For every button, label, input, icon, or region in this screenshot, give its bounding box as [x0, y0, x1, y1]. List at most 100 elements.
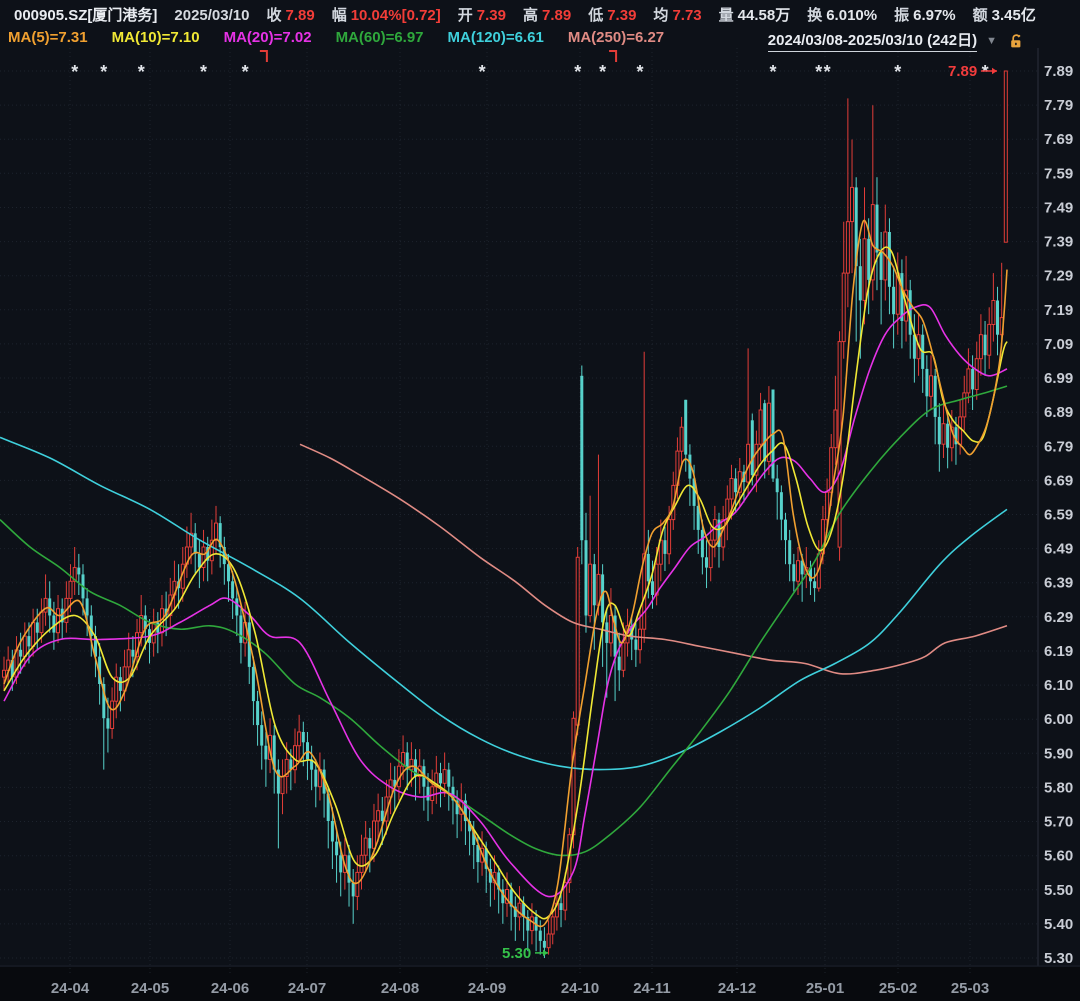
x-tick-label: 25-01	[806, 980, 844, 997]
field-label: 高	[523, 4, 538, 25]
kline-chart[interactable]: **************7.895.307.897.797.697.597.…	[0, 0, 1080, 1001]
y-tick-label: 7.29	[1044, 268, 1073, 285]
field-value: 10.04%[0.72]	[351, 7, 441, 24]
quote-field-量: 量44.58万	[719, 4, 791, 25]
asterisk-marker: *	[815, 62, 822, 82]
y-tick-label: 5.30	[1044, 950, 1073, 967]
asterisk-marker: *	[242, 62, 249, 82]
asterisk-marker: *	[200, 62, 207, 82]
y-tick-label: 7.09	[1044, 336, 1073, 353]
symbol-title: 000905.SZ[厦门港务]	[14, 4, 157, 25]
y-tick-label: 5.60	[1044, 848, 1073, 865]
x-tick-label: 24-06	[211, 980, 249, 997]
y-tick-label: 6.39	[1044, 575, 1073, 592]
field-value: 7.89	[542, 7, 571, 24]
quote-field-开: 开7.39	[458, 4, 506, 25]
quote-field-均: 均7.73	[653, 4, 701, 25]
y-tick-label: 5.40	[1044, 916, 1073, 933]
y-tick-label: 6.00	[1044, 711, 1073, 728]
asterisk-marker: *	[100, 62, 107, 82]
x-tick-label: 25-02	[879, 980, 917, 997]
x-tick-label: 24-04	[51, 980, 90, 997]
y-tick-label: 5.90	[1044, 745, 1073, 762]
asterisk-marker: *	[71, 62, 78, 82]
field-value: 6.97%	[913, 7, 956, 24]
y-tick-label: 6.99	[1044, 370, 1073, 387]
field-label: 开	[458, 4, 473, 25]
x-tick-label: 24-12	[718, 980, 756, 997]
field-value: 44.58万	[738, 4, 791, 25]
y-tick-label: 6.79	[1044, 438, 1073, 455]
field-label: 均	[653, 4, 668, 25]
legend-item-ma120: MA(120)=6.61	[448, 29, 544, 46]
y-tick-label: 7.79	[1044, 97, 1073, 114]
y-tick-label: 5.70	[1044, 814, 1073, 831]
y-tick-label: 6.69	[1044, 472, 1073, 489]
y-tick-label: 7.59	[1044, 165, 1073, 182]
stock-chart-app: { "header": { "symbol": "000905.SZ[厦门港务]…	[0, 0, 1080, 1001]
quote-field-额: 额3.45亿	[973, 4, 1036, 25]
y-tick-label: 5.80	[1044, 779, 1073, 796]
asterisk-marker: *	[138, 62, 145, 82]
y-tick-label: 6.29	[1044, 609, 1073, 626]
asterisk-marker: *	[636, 62, 643, 82]
quote-header: 000905.SZ[厦门港务] 2025/03/10 收7.89幅10.04%[…	[14, 4, 1036, 25]
field-label: 额	[973, 4, 988, 25]
y-tick-label: 6.89	[1044, 404, 1073, 421]
y-tick-label: 5.50	[1044, 882, 1073, 899]
chevron-down-icon[interactable]: ▼	[986, 35, 997, 47]
high-price-label: 7.89	[948, 63, 977, 80]
asterisk-marker: *	[479, 62, 486, 82]
lock-button[interactable]	[1008, 32, 1024, 49]
quote-field-振: 振6.97%	[894, 4, 956, 25]
field-value: 7.39	[607, 7, 636, 24]
quote-field-高: 高7.89	[523, 4, 571, 25]
x-tick-label: 24-11	[633, 980, 671, 997]
y-tick-label: 6.59	[1044, 507, 1073, 524]
y-tick-label: 7.19	[1044, 302, 1073, 319]
ma-legend: MA(5)=7.31 MA(10)=7.10 MA(20)=7.02 MA(60)=6…	[8, 29, 664, 46]
field-label: 振	[894, 4, 909, 25]
y-tick-label: 6.10	[1044, 677, 1073, 694]
legend-item-ma250: MA(250)=6.27	[568, 29, 664, 46]
field-value: 6.010%	[826, 7, 877, 24]
low-price-label: 5.30	[502, 945, 531, 962]
field-value: 7.73	[672, 7, 701, 24]
legend-item-ma10: MA(10)=7.10	[112, 29, 200, 46]
x-tick-label: 24-05	[131, 980, 169, 997]
asterisk-marker: *	[574, 62, 581, 82]
asterisk-marker: *	[824, 62, 831, 82]
field-label: 收	[266, 4, 281, 25]
x-tick-label: 24-07	[288, 980, 326, 997]
legend-item-ma20: MA(20)=7.02	[224, 29, 312, 46]
quote-fields: 收7.89幅10.04%[0.72]开7.39高7.89低7.39均7.73量4…	[266, 4, 1035, 25]
y-tick-label: 7.49	[1044, 200, 1073, 217]
y-tick-label: 7.89	[1044, 63, 1073, 80]
field-value: 3.45亿	[992, 4, 1036, 25]
x-tick-label: 24-09	[468, 980, 506, 997]
x-tick-label: 24-08	[381, 980, 419, 997]
range-control[interactable]: 2024/03/08-2025/03/10 (242日) ▼	[768, 29, 1024, 52]
x-tick-label: 25-03	[951, 980, 989, 997]
quote-field-收: 收7.89	[266, 4, 314, 25]
asterisk-marker: *	[894, 62, 901, 82]
field-value: 7.89	[285, 7, 314, 24]
unlock-icon	[1008, 32, 1024, 49]
quote-date: 2025/03/10	[174, 7, 249, 24]
field-label: 幅	[332, 4, 347, 25]
field-value: 7.39	[477, 7, 506, 24]
field-label: 换	[807, 4, 822, 25]
y-tick-label: 6.19	[1044, 643, 1073, 660]
quote-field-换: 换6.010%	[807, 4, 877, 25]
legend-item-ma5: MA(5)=7.31	[8, 29, 88, 46]
y-tick-label: 7.69	[1044, 131, 1073, 148]
asterisk-marker: *	[599, 62, 606, 82]
y-tick-label: 7.39	[1044, 234, 1073, 251]
field-label: 低	[588, 4, 603, 25]
date-range-label[interactable]: 2024/03/08-2025/03/10 (242日)	[768, 29, 977, 52]
legend-item-ma60: MA(60)=6.97	[336, 29, 424, 46]
field-label: 量	[719, 4, 734, 25]
asterisk-marker: *	[769, 62, 776, 82]
y-tick-label: 6.49	[1044, 541, 1073, 558]
quote-field-幅: 幅10.04%[0.72]	[332, 4, 441, 25]
